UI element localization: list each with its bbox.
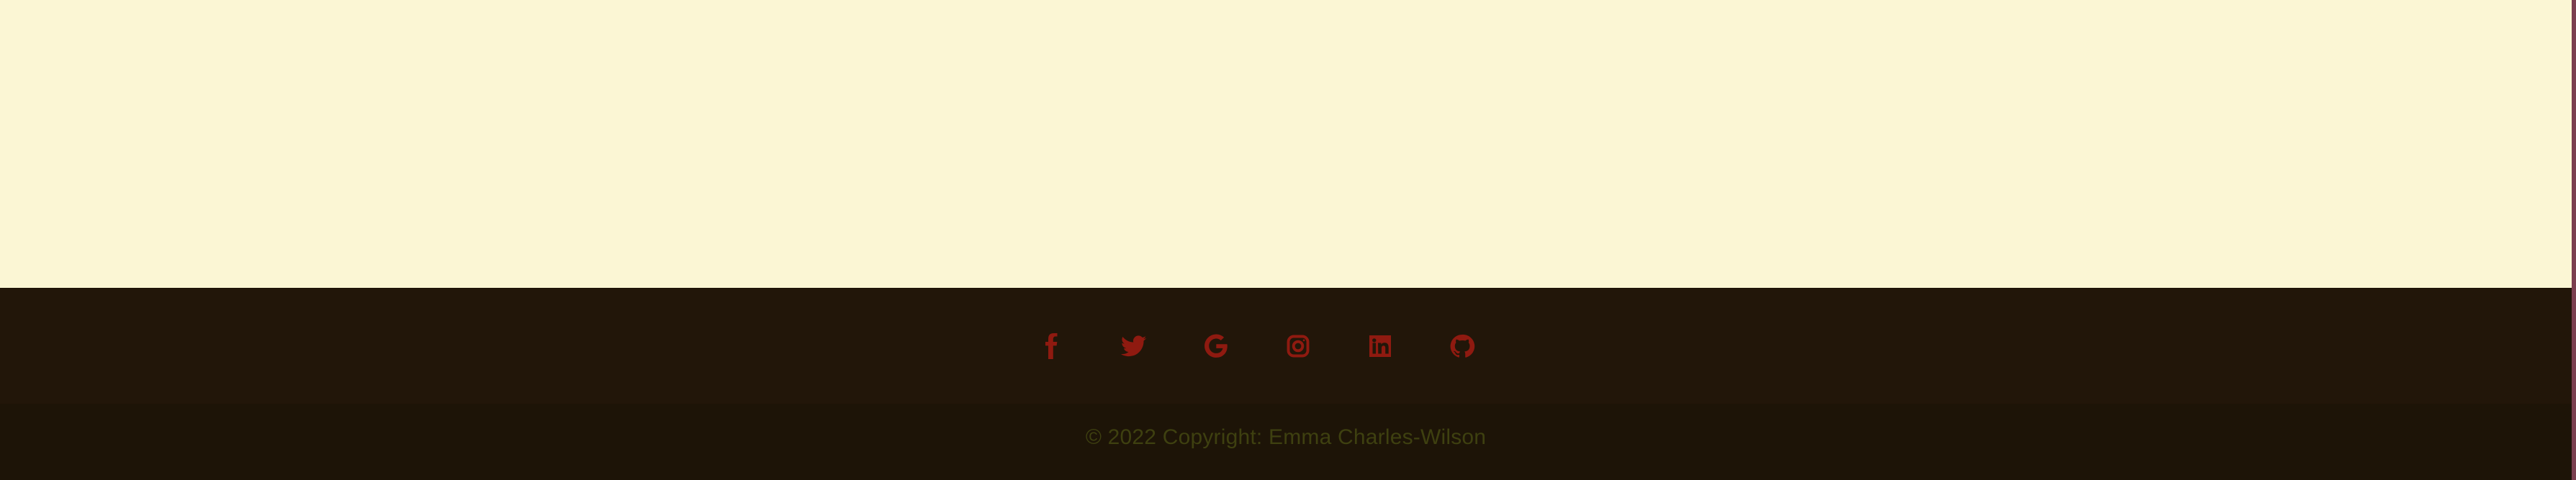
copyright-text: © 2022 Copyright: Emma Charles-Wilson <box>1085 425 1487 449</box>
google-link[interactable] <box>1203 333 1229 359</box>
main-content-area <box>0 0 2572 288</box>
copyright-section: © 2022 Copyright: Emma Charles-Wilson <box>0 404 2572 480</box>
github-link[interactable] <box>1449 333 1475 359</box>
linkedin-link[interactable] <box>1367 333 1393 359</box>
instagram-link[interactable] <box>1285 333 1311 359</box>
facebook-icon <box>1045 333 1058 359</box>
social-links-section <box>0 289 2572 404</box>
twitter-link[interactable] <box>1121 333 1147 359</box>
linkedin-icon <box>1369 335 1391 357</box>
footer: © 2022 Copyright: Emma Charles-Wilson <box>0 288 2572 480</box>
github-icon <box>1450 334 1475 358</box>
facebook-link[interactable] <box>1039 333 1065 359</box>
social-links-list <box>1039 333 1475 359</box>
page: © 2022 Copyright: Emma Charles-Wilson <box>0 0 2576 480</box>
twitter-icon <box>1121 335 1147 357</box>
instagram-icon <box>1287 335 1310 358</box>
google-icon <box>1204 334 1228 358</box>
